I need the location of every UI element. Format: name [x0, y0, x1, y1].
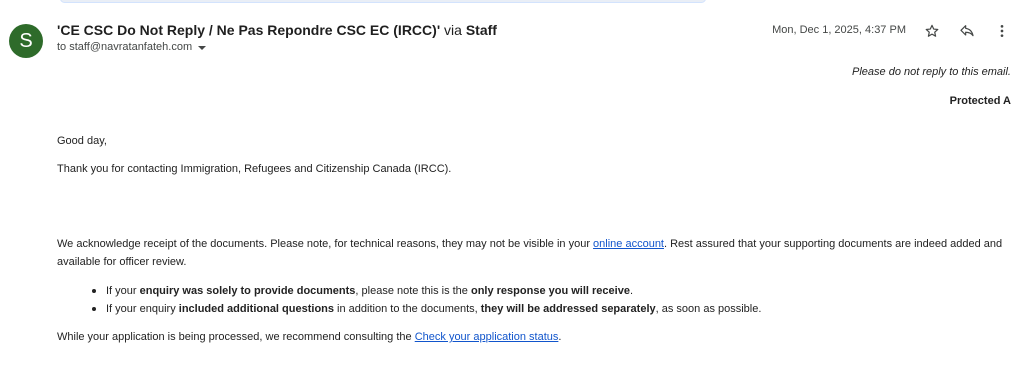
- message-date: Mon, Dec 1, 2025, 4:37 PM: [772, 24, 906, 36]
- list-item: If your enquiry was solely to provide do…: [92, 282, 761, 300]
- recipient-address: staff@navratanfateh.com: [69, 41, 193, 53]
- list-bold-text: only response you will receive: [470, 285, 630, 297]
- thanks-paragraph: Thank you for contacting Immigration, Re…: [57, 163, 452, 175]
- list-text: , as soon as possible.: [655, 303, 762, 315]
- closing-text-1: While your application is being processe…: [57, 331, 415, 343]
- list-text: If your: [106, 285, 140, 297]
- list-bold-text: enquiry was solely to provide documents: [139, 285, 356, 297]
- greeting: Good day,: [57, 135, 107, 147]
- star-icon[interactable]: [921, 20, 943, 42]
- reply-icon[interactable]: [956, 20, 978, 42]
- online-account-link[interactable]: online account: [593, 238, 664, 250]
- list-bold-text: they will be addressed separately: [480, 303, 656, 315]
- list-text: , please note this is the: [355, 285, 471, 297]
- no-reply-note: Please do not reply to this email.: [852, 66, 1011, 78]
- closing-paragraph: While your application is being processe…: [57, 328, 561, 346]
- list-text: .: [629, 285, 633, 297]
- sender-line: 'CE CSC Do Not Reply / Ne Pas Repondre C…: [57, 22, 497, 38]
- info-list: If your enquiry was solely to provide do…: [92, 282, 761, 318]
- closing-text-2: .: [558, 331, 562, 343]
- list-bold-text: included additional questions: [178, 303, 334, 315]
- search-bar-edge: [60, 0, 706, 3]
- to-prefix: to: [57, 41, 67, 53]
- check-status-link[interactable]: Check your application status: [415, 331, 559, 343]
- chevron-down-icon[interactable]: [198, 45, 207, 50]
- list-text: If your enquiry: [106, 303, 179, 315]
- list-text: in addition to the documents,: [334, 303, 481, 315]
- classification-label: Protected A: [949, 95, 1011, 107]
- acknowledgement-paragraph: We acknowledge receipt of the documents.…: [57, 235, 1007, 271]
- recipient-line[interactable]: to staff@navratanfateh.com: [57, 41, 207, 53]
- list-item: If your enquiry included additional ques…: [92, 300, 761, 318]
- via-text: via: [444, 22, 462, 38]
- avatar[interactable]: S: [9, 24, 43, 58]
- sender-name[interactable]: 'CE CSC Do Not Reply / Ne Pas Repondre C…: [57, 22, 440, 38]
- via-name: Staff: [465, 22, 497, 38]
- ack-text-1: We acknowledge receipt of the documents.…: [57, 238, 594, 250]
- more-vert-icon[interactable]: [991, 20, 1013, 42]
